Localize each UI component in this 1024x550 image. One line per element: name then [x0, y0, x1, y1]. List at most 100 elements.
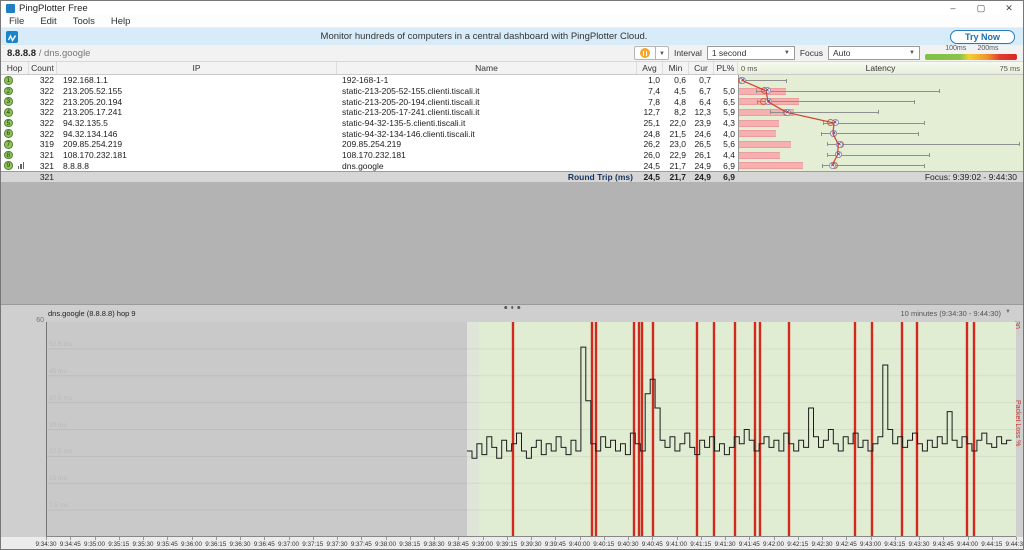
time-tick [652, 537, 653, 540]
menu-help[interactable]: Help [103, 15, 139, 28]
latency-graph-cell: × [738, 86, 1023, 97]
name-cell: 209.85.254.219 [337, 139, 637, 149]
minimize-button[interactable]: – [939, 1, 967, 15]
pl-cell: 5,9 [714, 107, 738, 117]
target-address: 8.8.8.8 [7, 48, 36, 59]
time-label: 9:43:15 [884, 541, 905, 548]
packet-loss-bar [739, 162, 803, 169]
packet-loss-bar [739, 141, 791, 148]
try-now-button[interactable]: Try Now [950, 30, 1015, 44]
close-button[interactable]: ✕ [995, 1, 1023, 15]
round-trip-cur: 24,9 [689, 172, 714, 182]
hop-row[interactable]: 3322213.205.20.194static-213-205-20-194.… [1, 96, 1023, 107]
name-cell: static-94-32-135-5.clienti.tiscali.it [337, 118, 637, 128]
col-ip[interactable]: IP [57, 62, 337, 74]
hop-row[interactable]: 93218.8.8.8dns.google24,521,724,96,9× [1, 160, 1023, 171]
count-cell: 322 [29, 107, 57, 117]
focus-label: Focus [800, 48, 823, 58]
timeline-time-axis: 9:34:309:34:459:35:009:35:159:35:309:35:… [1, 537, 1024, 550]
round-trip-count: 321 [29, 172, 57, 182]
timeline-range-label[interactable]: 10 minutes (9:34:30 - 9:44:30) [901, 309, 1001, 318]
hop-row[interactable]: 8321108.170.232.181108.170.232.18126,022… [1, 150, 1023, 161]
count-cell: 319 [29, 139, 57, 149]
time-tick [361, 537, 362, 540]
avg-cell: 7,8 [637, 97, 663, 107]
cur-cell: 6,4 [689, 97, 714, 107]
scale-200ms-label: 200ms [977, 45, 998, 52]
col-hop[interactable]: Hop [1, 62, 29, 74]
time-label: 9:35:30 [132, 541, 153, 548]
time-tick [46, 537, 47, 540]
time-tick [943, 537, 944, 540]
time-tick [701, 537, 702, 540]
count-cell: 322 [29, 118, 57, 128]
min-cell: 22,9 [663, 150, 689, 160]
avg-latency-marker: × [830, 130, 837, 137]
time-label: 9:44:00 [957, 541, 978, 548]
banner-text: Monitor hundreds of computers in a centr… [18, 31, 950, 42]
hop-cell: 2 [1, 86, 29, 97]
time-label: 9:38:15 [399, 541, 420, 548]
pl-cell: 5,6 [714, 139, 738, 149]
time-label: 9:42:30 [811, 541, 832, 548]
min-cell: 0,6 [663, 75, 689, 85]
ip-cell: 8.8.8.8 [57, 161, 337, 171]
hop-row[interactable]: 532294.32.135.5static-94-32-135-5.client… [1, 118, 1023, 129]
col-pl[interactable]: PL% [714, 62, 738, 74]
count-cell: 322 [29, 86, 57, 96]
menu-edit[interactable]: Edit [32, 15, 64, 28]
table-header: Hop Count IP Name Avg Min Cur PL% 0 ms L… [1, 62, 1023, 75]
maximize-button[interactable]: ▢ [967, 1, 995, 15]
name-cell: static-213-205-20-194.clienti.tiscali.it [337, 97, 637, 107]
splitter-handle[interactable] [504, 306, 520, 309]
latency-graph-cell: × [738, 160, 1023, 171]
hop-row[interactable]: 7319209.85.254.219209.85.254.21926,223,0… [1, 139, 1023, 150]
col-min[interactable]: Min [663, 62, 689, 74]
interval-select[interactable]: 1 second▼ [707, 46, 795, 60]
timeline-chart-icon [18, 162, 25, 169]
pl-cell: 4,0 [714, 129, 738, 139]
col-avg[interactable]: Avg [637, 62, 663, 74]
col-name[interactable]: Name [337, 62, 637, 74]
timeline-trace [47, 322, 1016, 537]
time-tick [555, 537, 556, 540]
time-tick [871, 537, 872, 540]
ip-cell: 94.32.134.146 [57, 129, 337, 139]
pause-dropdown-button[interactable]: ▼ [656, 46, 669, 60]
hop-row[interactable]: 4322213.205.17.241static-213-205-17-241.… [1, 107, 1023, 118]
hop-badge: 7 [4, 140, 13, 149]
menu-bar: FileEditToolsHelp [1, 15, 1023, 28]
menu-file[interactable]: File [1, 15, 32, 28]
hop-row[interactable]: 632294.32.134.146static-94-32-134-146.cl… [1, 128, 1023, 139]
grid-label: 37.5 ms [49, 395, 72, 402]
pause-button[interactable] [634, 46, 656, 60]
chevron-down-icon: ▼ [905, 50, 919, 56]
hop-table: 1322192.168.1.1192-168-1-11,00,60,7×2322… [1, 75, 1023, 171]
time-tick [313, 537, 314, 540]
grid-label: 52.5 ms [49, 341, 72, 348]
min-cell: 4,8 [663, 97, 689, 107]
focus-select[interactable]: Auto▼ [828, 46, 920, 60]
hop-cell: 3 [1, 96, 29, 107]
time-tick [725, 537, 726, 540]
timeline-plot[interactable]: 52.5 ms45 ms37.5 ms30 ms22.5 ms15 ms7.5 … [46, 322, 1016, 537]
cur-cell: 24,6 [689, 129, 714, 139]
col-count[interactable]: Count [29, 62, 57, 74]
time-label: 9:38:45 [448, 541, 469, 548]
hop-row[interactable]: 1322192.168.1.1192-168-1-11,00,60,7× [1, 75, 1023, 86]
hop-badge: 4 [4, 108, 13, 117]
interval-value: 1 second [712, 48, 747, 58]
time-tick [604, 537, 605, 540]
menu-tools[interactable]: Tools [65, 15, 103, 28]
time-tick [895, 537, 896, 540]
chevron-down-icon[interactable]: ▼ [1005, 309, 1011, 315]
col-cur[interactable]: Cur [689, 62, 714, 74]
avg-cell: 12,7 [637, 107, 663, 117]
hop-row[interactable]: 2322213.205.52.155static-213-205-52-155.… [1, 86, 1023, 97]
name-cell: static-213-205-52-155.clienti.tiscali.it [337, 86, 637, 96]
name-cell: 108.170.232.181 [337, 150, 637, 160]
hop-badge: 9 [4, 161, 13, 170]
hop-badge: 2 [4, 87, 13, 96]
time-tick [337, 537, 338, 540]
time-label: 9:39:45 [545, 541, 566, 548]
